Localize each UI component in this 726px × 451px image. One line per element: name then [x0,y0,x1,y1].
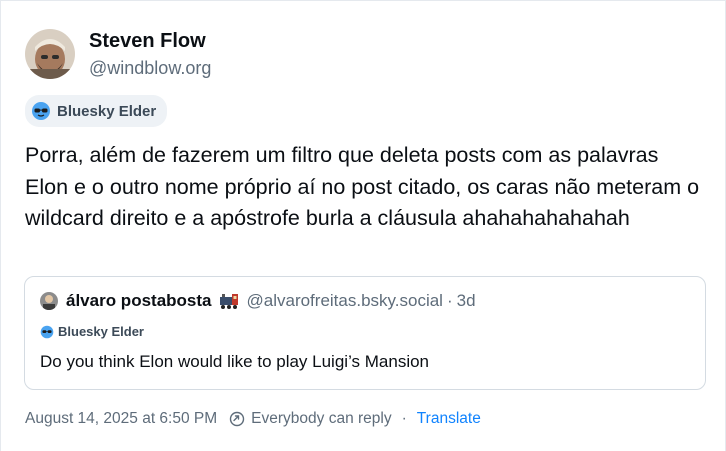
post-author: Steven Flow @windblow.org [25,29,211,79]
separator-dot: · [401,410,407,427]
author-handle[interactable]: @windblow.org [89,57,211,79]
quoted-post-text: Do you think Elon would like to play Lui… [40,352,430,371]
quoted-author-handle[interactable]: @alvarofreitas.bsky.social [247,291,443,311]
author-badge[interactable]: Bluesky Elder [25,95,168,127]
separator-dot: · [446,291,453,310]
translate-link[interactable]: Translate [417,410,481,428]
quoted-author-badge-label: Bluesky Elder [58,324,144,339]
quoted-author-name[interactable]: álvaro postabosta [66,291,212,311]
quoted-post-header: álvaro postabosta @alvarofreitas.bsky.so… [40,291,476,311]
author-display-name[interactable]: Steven Flow [89,29,211,53]
avatar[interactable] [25,29,75,79]
quoted-post[interactable]: álvaro postabosta @alvarofreitas.bsky.so… [24,276,706,390]
post-thread-view: Steven Flow @windblow.org Bluesky Elder … [0,0,726,451]
author-badge-label: Bluesky Elder [57,102,157,120]
author-names: Steven Flow @windblow.org [89,29,211,79]
quoted-author-badge[interactable]: Bluesky Elder [40,324,144,339]
butterfly-sunglasses-icon [40,325,54,338]
reply-setting-label[interactable]: Everybody can reply [251,410,391,428]
post-timestamp[interactable]: August 14, 2025 at 6:50 PM [25,410,217,428]
post-meta: August 14, 2025 at 6:50 PM Everybody can… [25,410,481,428]
quoted-author-avatar[interactable] [40,292,58,310]
train-icon [219,292,239,310]
post-text: Porra, além de fazerem um filtro que del… [25,143,700,230]
quoted-post-time[interactable]: 3d [457,291,476,311]
reply-settings-icon [229,411,245,427]
butterfly-sunglasses-icon [32,102,50,120]
